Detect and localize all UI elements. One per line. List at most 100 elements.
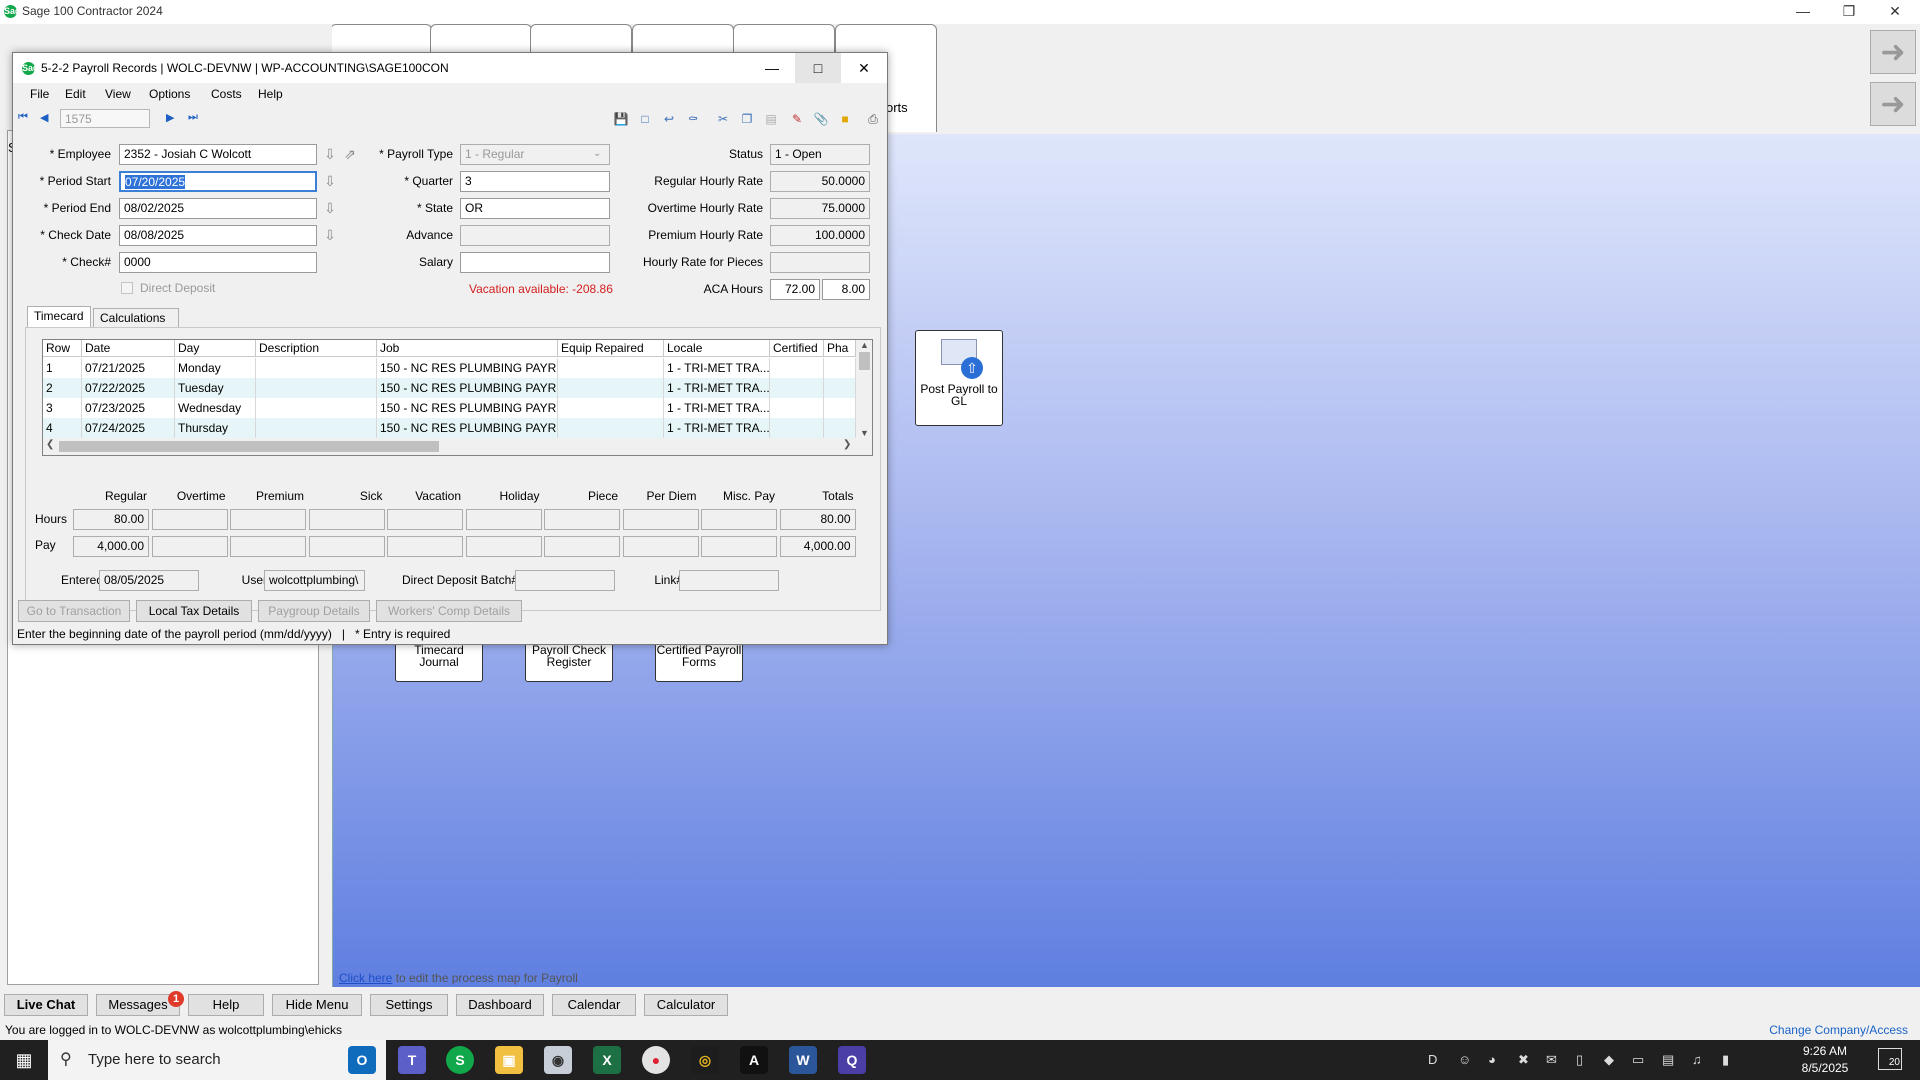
status-field[interactable]: 1 - Open — [770, 144, 870, 165]
live-chat-button[interactable]: Live Chat — [4, 994, 88, 1016]
grid-cell-row[interactable]: 1 — [43, 358, 82, 378]
copy-icon[interactable]: ❐ — [739, 111, 755, 127]
tab-timecard[interactable]: Timecard — [27, 306, 91, 328]
grid-header-certified[interactable]: Certified — [770, 340, 824, 357]
previous-record-icon[interactable]: ◀ — [40, 111, 48, 124]
timecard-grid[interactable]: Row Date Day Description Job Equip Repai… — [42, 339, 873, 456]
tray-mic-icon[interactable]: ▮ — [1722, 1052, 1729, 1068]
tray-volume-icon[interactable]: ♫ — [1692, 1052, 1702, 1067]
pay-totals-field[interactable]: 4,000.00 — [779, 536, 856, 557]
grid-cell-description[interactable] — [256, 398, 377, 418]
tray-d-icon[interactable]: D — [1428, 1052, 1437, 1067]
grid-cell-equip-repaired[interactable] — [558, 418, 664, 438]
hscroll-thumb[interactable] — [59, 441, 439, 452]
file-explorer-icon[interactable]: ▣ — [495, 1046, 523, 1074]
notification-icon[interactable]: 20 — [1878, 1048, 1902, 1070]
grid-cell-row[interactable]: 2 — [43, 378, 82, 398]
grid-cell-phase[interactable] — [824, 378, 856, 398]
teams-icon[interactable]: T — [398, 1046, 426, 1074]
close-icon[interactable]: ✕ — [1872, 0, 1918, 22]
pay-vacation-field[interactable] — [387, 536, 463, 557]
period-start-lookup-icon[interactable]: ⇩ — [323, 172, 337, 190]
save-icon[interactable]: 💾 — [613, 111, 629, 127]
hours-premium-field[interactable] — [230, 509, 306, 530]
word-icon[interactable]: W — [789, 1046, 817, 1074]
menu-help[interactable]: Help — [258, 87, 283, 101]
grid-cell-date[interactable]: 07/24/2025 — [82, 418, 175, 438]
aca-hours-field-1[interactable]: 72.00 — [770, 279, 820, 300]
grid-header-row[interactable]: Row — [43, 340, 82, 357]
dialog-maximize-icon[interactable]: □ — [795, 53, 841, 83]
pay-premium-field[interactable] — [230, 536, 306, 557]
grid-cell-certified[interactable] — [770, 418, 824, 438]
arrow-right-icon[interactable]: ➜ — [1870, 30, 1916, 74]
period-end-field[interactable]: 08/02/2025 — [119, 198, 317, 219]
salary-field[interactable] — [460, 252, 610, 273]
hours-vacation-field[interactable] — [387, 509, 463, 530]
hours-overtime-field[interactable] — [151, 509, 228, 530]
hours-piece-field[interactable] — [544, 509, 620, 530]
link-field[interactable] — [679, 570, 779, 591]
cut-icon[interactable]: ✂ — [715, 111, 731, 127]
last-record-icon[interactable]: ⏭ — [188, 111, 198, 124]
paste-icon[interactable]: ▤ — [763, 111, 779, 127]
edit-process-map-link[interactable]: Click here — [339, 971, 392, 985]
grid-cell-phase[interactable] — [824, 418, 856, 438]
grid-header-description[interactable]: Description — [256, 340, 377, 357]
workers-comp-details-button[interactable]: Workers' Comp Details — [376, 600, 522, 622]
menu-file[interactable]: File — [30, 87, 49, 101]
hours-sick-field[interactable] — [308, 509, 385, 530]
windows-start-icon[interactable]: ▦ — [0, 1040, 48, 1080]
certified-payroll-forms-button[interactable]: Certified Payroll Forms — [655, 640, 743, 682]
grid-cell-description[interactable] — [256, 418, 377, 438]
grid-header-date[interactable]: Date — [82, 340, 175, 357]
paygroup-details-button[interactable]: Paygroup Details — [258, 600, 370, 622]
restore-icon[interactable]: ❐ — [1826, 0, 1872, 22]
grid-cell-certified[interactable] — [770, 398, 824, 418]
go-to-transaction-button[interactable]: Go to Transaction — [18, 600, 130, 622]
dashboard-button[interactable]: Dashboard — [456, 994, 544, 1016]
dialog-minimize-icon[interactable]: — — [749, 53, 795, 83]
pay-sick-field[interactable] — [308, 536, 385, 557]
minimize-icon[interactable]: — — [1780, 0, 1826, 22]
menu-costs[interactable]: Costs — [211, 87, 242, 101]
taskbar-search-box[interactable]: ⚲ Type here to search — [48, 1040, 386, 1080]
tray-battery-icon[interactable]: ▭ — [1632, 1052, 1644, 1068]
scroll-down-icon[interactable]: ▼ — [856, 428, 872, 438]
tray-tools-icon[interactable]: ✖ — [1518, 1052, 1529, 1068]
pay-per-diem-field[interactable] — [622, 536, 699, 557]
advance-field[interactable] — [460, 225, 610, 246]
scroll-thumb[interactable] — [859, 352, 870, 370]
pieces-rate-field[interactable] — [770, 252, 870, 273]
outlook-icon[interactable]: O — [348, 1046, 376, 1074]
grid-cell-locale[interactable]: 1 - TRI-MET TRA... — [664, 378, 770, 398]
help-button[interactable]: Help — [188, 994, 264, 1016]
grid-header-phase[interactable]: Pha — [824, 340, 856, 357]
print-icon[interactable]: ⎙ — [865, 111, 881, 127]
grid-cell-job[interactable]: 150 - NC RES PLUMBING PAYR... — [377, 378, 558, 398]
grid-cell-day[interactable]: Tuesday — [175, 378, 256, 398]
tray-gauge-icon[interactable]: ◕ — [1488, 1052, 1496, 1067]
quarter-field[interactable]: 3 — [460, 171, 610, 192]
overtime-rate-field[interactable]: 75.0000 — [770, 198, 870, 219]
calendar-button[interactable]: Calendar — [552, 994, 636, 1016]
tray-device-icon[interactable]: ▯ — [1576, 1052, 1583, 1068]
grid-cell-locale[interactable]: 1 - TRI-MET TRA... — [664, 418, 770, 438]
next-record-icon[interactable]: ▶ — [166, 111, 174, 124]
direct-deposit-checkbox[interactable] — [121, 282, 133, 294]
employee-zoom-icon[interactable]: ⇗ — [343, 145, 357, 163]
entered-field[interactable]: 08/05/2025 — [99, 570, 199, 591]
grid-vertical-scrollbar[interactable]: ▲ ▼ — [856, 340, 872, 438]
settings-button[interactable]: Settings — [370, 994, 448, 1016]
grid-cell-locale[interactable]: 1 - TRI-MET TRA... — [664, 398, 770, 418]
grid-cell-row[interactable]: 4 — [43, 418, 82, 438]
post-payroll-to-gl-button[interactable]: ⇧ Post Payroll to GL — [915, 330, 1003, 426]
calculator-button[interactable]: Calculator — [644, 994, 728, 1016]
grid-cell-row[interactable]: 3 — [43, 398, 82, 418]
hide-menu-button[interactable]: Hide Menu — [272, 994, 362, 1016]
grid-header-equip-repaired[interactable]: Equip Repaired — [558, 340, 664, 357]
vpn-icon[interactable]: ◉ — [544, 1046, 572, 1074]
acrobat-icon[interactable]: A — [740, 1046, 768, 1074]
grid-horizontal-scrollbar[interactable]: ❮ ❯ — [43, 438, 872, 455]
chrome-icon[interactable]: ● — [642, 1046, 670, 1074]
